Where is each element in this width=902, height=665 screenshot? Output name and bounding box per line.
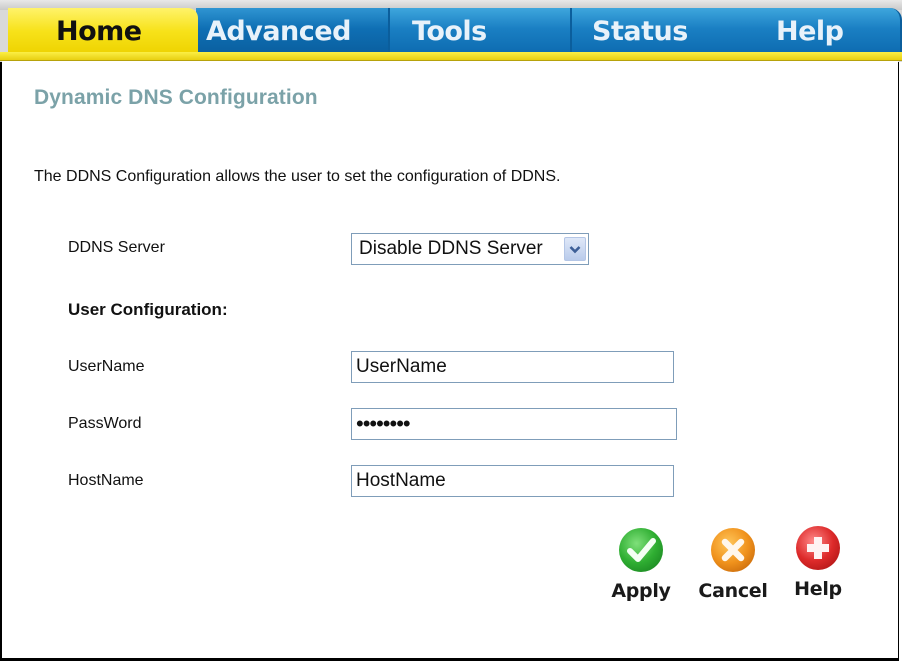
tab-advanced-label: Advanced: [206, 16, 351, 47]
tab-advanced[interactable]: Advanced: [196, 8, 390, 54]
hostname-input[interactable]: HostName: [351, 465, 674, 497]
password-input[interactable]: ••••••••: [351, 408, 677, 440]
user-configuration-heading: User Configuration:: [68, 300, 228, 319]
tab-help[interactable]: Help: [738, 8, 902, 54]
nav-tab-bar: Status Help Tools Advanced Home: [0, 0, 902, 62]
username-input[interactable]: UserName: [351, 351, 674, 383]
page-description: The DDNS Configuration allows the user t…: [34, 168, 561, 185]
tab-home-label: Home: [56, 16, 142, 47]
tab-underline: [0, 52, 902, 61]
tab-help-label: Help: [776, 16, 844, 47]
cancel-button[interactable]: Cancel: [698, 528, 768, 602]
apply-label: Apply: [611, 580, 671, 602]
apply-button[interactable]: Apply: [606, 528, 676, 602]
chevron-down-icon[interactable]: [564, 237, 586, 261]
ddns-server-select[interactable]: Disable DDNS Server: [351, 233, 589, 265]
ddns-server-label: DDNS Server: [68, 239, 165, 256]
close-icon: [711, 528, 755, 572]
username-label: UserName: [68, 358, 145, 375]
ddns-server-value: Disable DDNS Server: [359, 238, 543, 259]
plus-icon: [796, 526, 840, 570]
hostname-label: HostName: [68, 472, 144, 489]
tab-status-label: Status: [592, 16, 688, 47]
tab-tools-label: Tools: [412, 16, 487, 47]
cancel-label: Cancel: [698, 580, 768, 602]
tab-tools[interactable]: Tools: [388, 8, 572, 54]
help-button[interactable]: Help: [783, 526, 853, 600]
tab-home[interactable]: Home: [8, 8, 198, 54]
checkmark-icon: [619, 528, 663, 572]
tab-status[interactable]: Status: [570, 8, 740, 54]
help-label: Help: [794, 578, 842, 600]
password-label: PassWord: [68, 415, 142, 432]
page-title: Dynamic DNS Configuration: [34, 86, 318, 109]
